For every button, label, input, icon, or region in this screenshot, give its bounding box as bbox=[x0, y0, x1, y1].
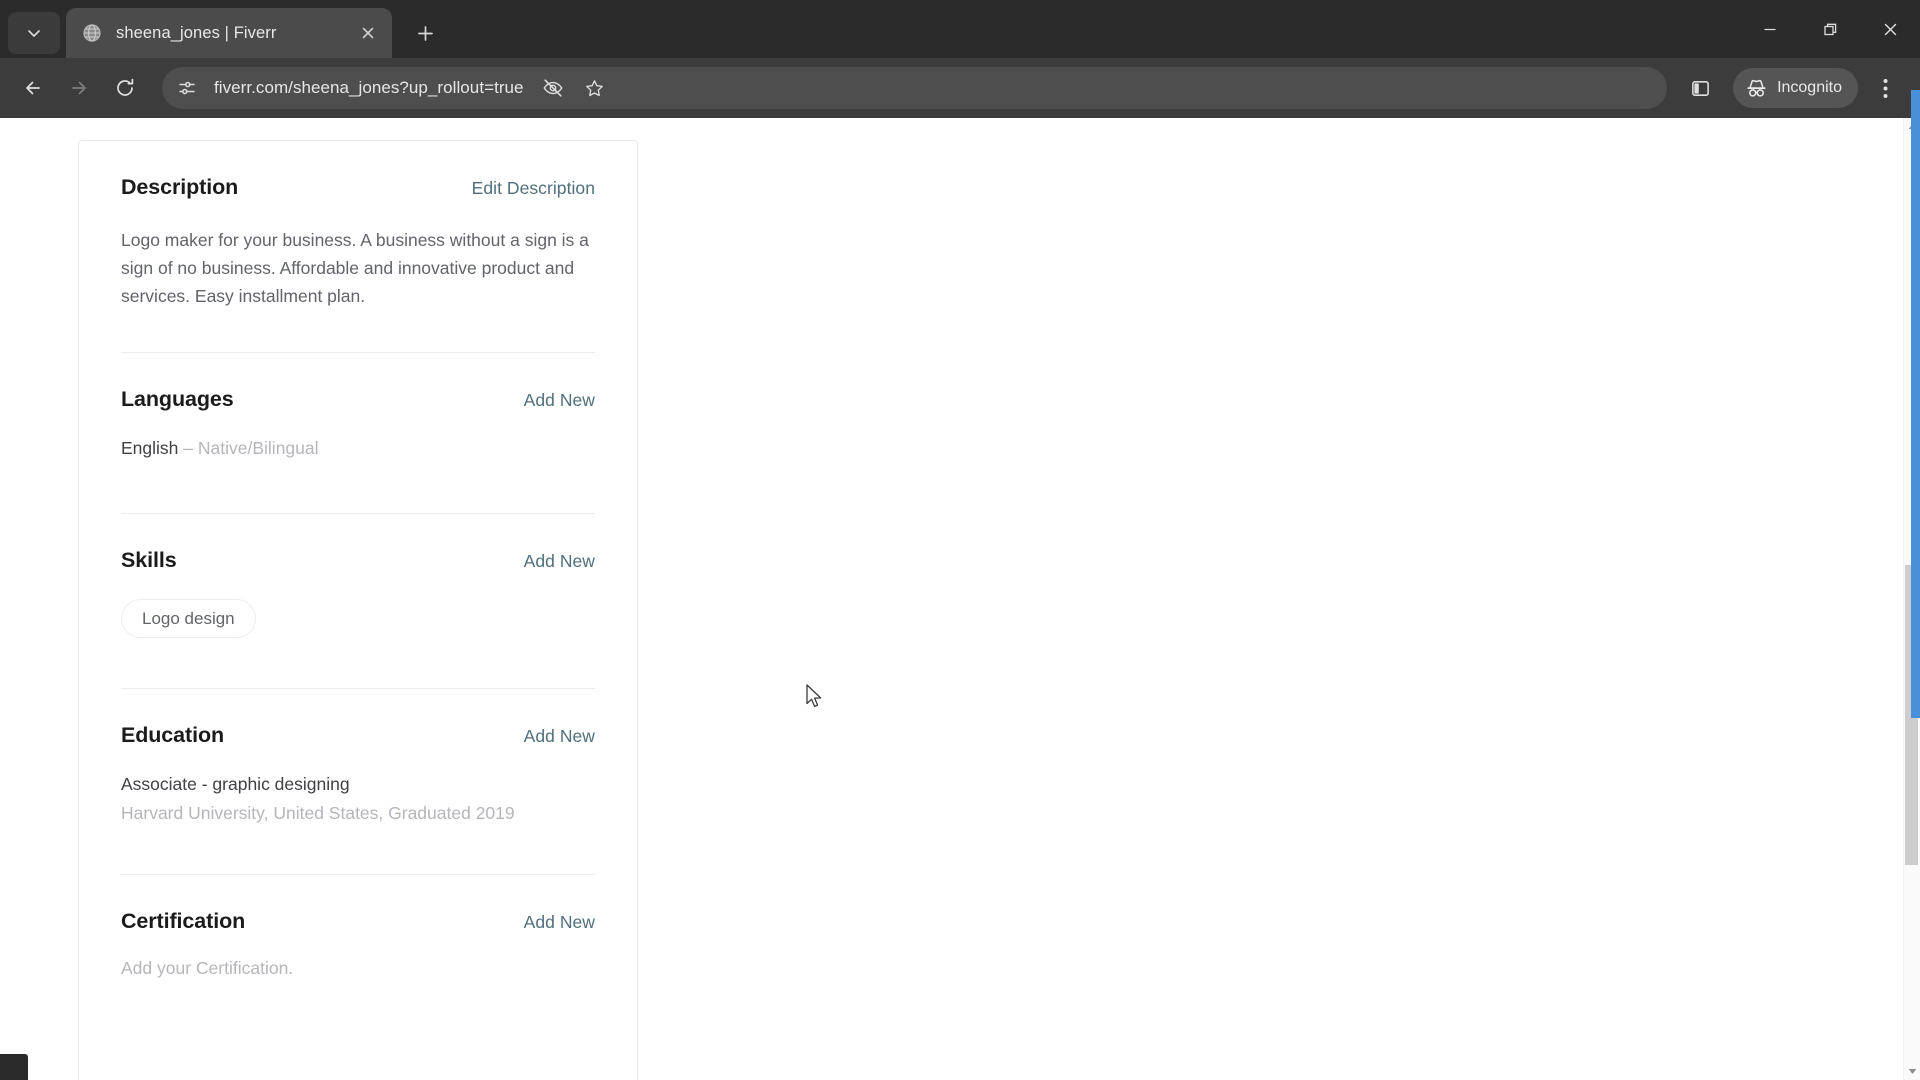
bookmark-button[interactable] bbox=[574, 67, 616, 109]
tune-icon bbox=[179, 81, 195, 95]
description-header: Description Edit Description bbox=[121, 141, 595, 200]
certification-section: Certification Add New Add your Certifica… bbox=[79, 875, 637, 979]
browser-toolbar: fiverr.com/sheena_jones?up_rollout=true bbox=[0, 58, 1920, 118]
arrow-right-icon bbox=[72, 81, 86, 95]
tab-strip: sheena_jones | Fiverr bbox=[0, 0, 1920, 58]
language-level: Native/Bilingual bbox=[197, 438, 319, 458]
skills-add-new-link[interactable]: Add New bbox=[524, 551, 595, 572]
new-tab-button[interactable] bbox=[406, 14, 444, 52]
education-degree: Associate - graphic designing bbox=[121, 774, 350, 794]
window-controls bbox=[1740, 0, 1920, 58]
restore-icon bbox=[1823, 23, 1836, 35]
globe-icon bbox=[82, 23, 102, 43]
profile-details-card: Description Edit Description Logo maker … bbox=[78, 140, 638, 1080]
skills-title: Skills bbox=[121, 548, 177, 572]
skills-section: Skills Add New Logo design bbox=[79, 514, 637, 688]
tab-title: sheena_jones | Fiverr bbox=[116, 23, 277, 42]
languages-title: Languages bbox=[121, 387, 234, 411]
side-panel-button[interactable] bbox=[1677, 65, 1723, 111]
address-bar[interactable]: fiverr.com/sheena_jones?up_rollout=true bbox=[162, 67, 1668, 109]
chevron-down-icon bbox=[28, 30, 40, 37]
language-separator: – bbox=[183, 438, 194, 458]
tab-close-button[interactable] bbox=[354, 19, 382, 47]
browser-tab[interactable]: sheena_jones | Fiverr bbox=[66, 8, 392, 58]
languages-section: Languages Add New English – Native/Bilin… bbox=[79, 353, 637, 513]
scroll-down-button[interactable] bbox=[1904, 1063, 1920, 1080]
reload-button[interactable] bbox=[102, 65, 148, 111]
side-panel-icon bbox=[1691, 80, 1709, 96]
toolbar-right-actions: Incognito bbox=[1677, 65, 1906, 111]
minimize-button[interactable] bbox=[1740, 7, 1800, 51]
maximize-button[interactable] bbox=[1800, 7, 1860, 51]
description-title: Description bbox=[121, 175, 239, 199]
skill-chip[interactable]: Logo design bbox=[121, 599, 256, 638]
close-icon bbox=[1884, 23, 1896, 35]
close-icon bbox=[362, 27, 374, 39]
education-section: Education Add New Associate - graphic de… bbox=[79, 689, 637, 874]
omnibox-actions bbox=[532, 67, 616, 109]
education-add-new-link[interactable]: Add New bbox=[524, 726, 595, 747]
education-details: Harvard University, United States, Gradu… bbox=[121, 803, 515, 823]
tab-search-button[interactable] bbox=[8, 12, 60, 54]
language-name: English bbox=[121, 438, 179, 458]
url-text: fiverr.com/sheena_jones?up_rollout=true bbox=[214, 78, 524, 97]
certification-header: Certification Add New bbox=[121, 875, 595, 934]
status-bubble bbox=[0, 1054, 28, 1080]
plus-icon bbox=[417, 25, 433, 41]
education-header: Education Add New bbox=[121, 689, 595, 748]
language-item: English – Native/Bilingual bbox=[121, 438, 595, 459]
description-text: Logo maker for your business. A business… bbox=[121, 230, 589, 306]
minimize-icon bbox=[1764, 28, 1776, 31]
site-info-button[interactable] bbox=[170, 71, 204, 105]
arrow-left-icon bbox=[26, 81, 40, 95]
page-viewport: Description Edit Description Logo maker … bbox=[0, 118, 1920, 1080]
certification-empty-text: Add your Certification. bbox=[121, 958, 294, 978]
scroll-highlight-strip bbox=[1911, 90, 1920, 718]
skills-list: Logo design bbox=[121, 599, 595, 642]
scroll-down-arrow-icon bbox=[1908, 1069, 1917, 1074]
edit-description-link[interactable]: Edit Description bbox=[472, 178, 595, 199]
browser-window: sheena_jones | Fiverr fiverr.com/sheena_… bbox=[0, 0, 1920, 1080]
education-item: Associate - graphic designing Harvard Un… bbox=[121, 774, 595, 824]
tracking-protection-button[interactable] bbox=[532, 67, 574, 109]
back-button[interactable] bbox=[10, 65, 56, 111]
certification-add-new-link[interactable]: Add New bbox=[524, 912, 595, 933]
window-close-button[interactable] bbox=[1860, 7, 1920, 51]
languages-add-new-link[interactable]: Add New bbox=[524, 390, 595, 411]
languages-header: Languages Add New bbox=[121, 353, 595, 412]
incognito-indicator[interactable]: Incognito bbox=[1733, 68, 1858, 108]
incognito-icon bbox=[1747, 79, 1766, 97]
eye-slash-icon bbox=[543, 79, 563, 97]
star-icon bbox=[586, 79, 603, 96]
incognito-label: Incognito bbox=[1777, 79, 1842, 96]
skills-header: Skills Add New bbox=[121, 514, 595, 573]
certification-title: Certification bbox=[121, 909, 246, 933]
three-dots-vertical-icon bbox=[1883, 78, 1887, 98]
forward-button bbox=[56, 65, 102, 111]
education-title: Education bbox=[121, 723, 225, 747]
reload-icon bbox=[117, 78, 134, 96]
browser-menu-button[interactable] bbox=[1864, 65, 1906, 111]
description-section: Description Edit Description Logo maker … bbox=[79, 141, 637, 352]
